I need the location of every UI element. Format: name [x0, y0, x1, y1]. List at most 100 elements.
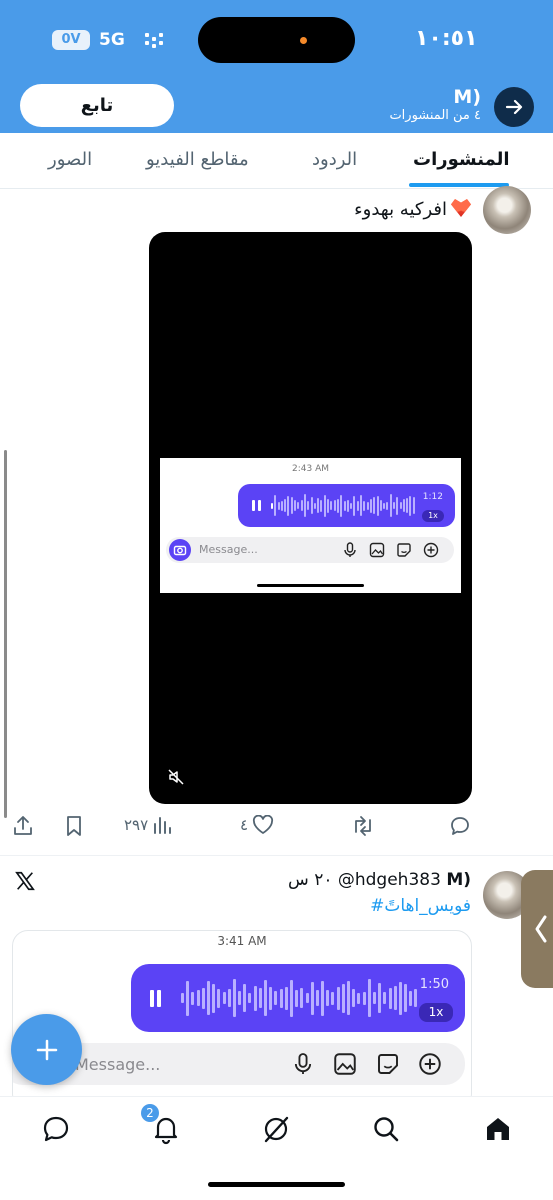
waveform-bar — [227, 989, 231, 1007]
microphone-icon — [344, 542, 356, 557]
camera-dot — [300, 37, 307, 44]
waveform-bar — [399, 502, 402, 509]
notification-badge: 2 — [141, 1104, 159, 1122]
waveform-bar — [383, 502, 386, 509]
waveform-bar — [321, 980, 325, 1016]
message-timestamp: 3:41 AM — [217, 934, 267, 948]
waveform-bar — [340, 494, 343, 517]
message-bar: Message... — [166, 537, 454, 563]
reply-button[interactable] — [449, 815, 471, 837]
repost-button[interactable] — [351, 815, 375, 837]
search-icon[interactable] — [370, 1113, 402, 1145]
waveform-bar — [323, 494, 326, 517]
author-handle[interactable]: @hdgeh383 — [338, 870, 441, 890]
tab-photos[interactable]: الصور — [48, 149, 92, 170]
waveform-bar — [181, 993, 184, 1003]
waveform-bar — [372, 992, 376, 1004]
home-icon[interactable] — [482, 1113, 514, 1145]
waveform-bar — [398, 981, 402, 1015]
scrollbar[interactable] — [4, 450, 7, 818]
waveform-bar — [352, 989, 356, 1007]
post-count: ٤ من المنشورات — [389, 108, 481, 123]
like-button[interactable]: ٤ — [240, 815, 274, 835]
bookmark-button[interactable] — [64, 815, 84, 837]
status-bar: 0V 5G ١٠:٥١ — [0, 0, 553, 80]
follow-button[interactable]: تابع — [20, 84, 174, 127]
pause-icon — [252, 500, 261, 511]
waveform-bar — [343, 500, 346, 511]
waveform-bar — [341, 983, 345, 1013]
muted-speaker-icon[interactable] — [167, 768, 185, 786]
waveform — [181, 976, 418, 1020]
back-button[interactable] — [494, 87, 534, 127]
waveform-bar — [388, 987, 392, 1009]
waveform-bar — [386, 501, 389, 510]
waveform-bar — [310, 497, 313, 514]
side-panel-handle[interactable] — [521, 870, 553, 988]
waveform-bar — [277, 501, 280, 510]
waveform-bar — [310, 981, 314, 1015]
voice-message-screenshot: 2:43 AM 1:12 1x Message... — [160, 458, 461, 593]
waveform-bar — [336, 986, 340, 1010]
waveform-bar — [303, 494, 306, 517]
waveform-bar — [258, 988, 262, 1008]
waveform-bar — [212, 983, 216, 1013]
post-author-line: ٢٠ س @hdgeh383 M) — [288, 870, 471, 890]
waveform-bar — [333, 500, 336, 511]
waveform-bar — [269, 986, 273, 1010]
waveform-bar — [392, 502, 395, 509]
battery-indicator: 0V — [52, 30, 90, 50]
waveform-bar — [353, 495, 356, 516]
video-player[interactable]: 2:43 AM 1:12 1x Message... — [149, 232, 472, 804]
author-name[interactable]: M) — [446, 870, 471, 890]
waveform-bar — [393, 986, 397, 1010]
voice-bubble: 1:12 1x — [238, 484, 455, 527]
hashtag-link[interactable]: #فويس_اهاتً — [370, 896, 471, 916]
post-media[interactable]: 3:41 AM 1:50 1x Message... — [12, 930, 472, 1110]
waveform-bar — [406, 498, 409, 513]
profile-header: 0V 5G ١٠:٥١ تابع M) ٤ من المنشورات — [0, 0, 553, 133]
waveform-bar — [347, 981, 350, 1015]
add-circle-icon — [419, 1053, 441, 1075]
waveform-bar — [402, 499, 405, 512]
share-button[interactable] — [12, 815, 34, 837]
signal-icon — [145, 33, 165, 49]
tab-posts[interactable]: المنشورات — [413, 149, 510, 170]
waveform-bar — [327, 498, 330, 513]
message-timestamp: 2:43 AM — [292, 464, 329, 474]
waveform-bar — [326, 990, 330, 1006]
waveform-bar — [376, 495, 379, 516]
tab-videos[interactable]: مقاطع الفيديو — [146, 149, 249, 170]
dynamic-island — [198, 17, 355, 63]
arrow-right-icon — [505, 99, 523, 115]
waveform — [271, 492, 415, 519]
waveform-bar — [232, 979, 236, 1017]
camera-icon — [169, 539, 191, 561]
message-placeholder: Message... — [75, 1055, 161, 1074]
waveform-bar — [271, 502, 273, 509]
views-button[interactable]: ٢٩٧ — [124, 815, 172, 835]
grok-icon[interactable] — [260, 1113, 292, 1145]
tab-replies[interactable]: الردود — [312, 149, 357, 170]
waveform-bar — [409, 495, 412, 516]
repost-icon — [355, 816, 371, 836]
chevron-left-icon — [535, 915, 547, 943]
waveform-bar — [206, 981, 210, 1015]
waveform-bar — [222, 992, 226, 1004]
add-circle-icon — [423, 542, 439, 558]
waveform-bar — [248, 993, 252, 1003]
waveform-bar — [414, 989, 418, 1007]
post-actions: ٤ ٢٩٧ — [0, 815, 553, 841]
analytics-icon — [154, 817, 172, 834]
waveform-bar — [363, 500, 366, 511]
post-divider — [0, 855, 553, 856]
active-tab-indicator — [409, 183, 509, 187]
waveform-bar — [307, 501, 310, 510]
waveform-bar — [274, 495, 277, 516]
waveform-bar — [300, 988, 304, 1008]
waveform-bar — [373, 497, 376, 514]
system-home-indicator — [208, 1182, 345, 1187]
avatar[interactable] — [483, 186, 531, 234]
messages-icon[interactable] — [40, 1113, 72, 1145]
compose-button[interactable] — [11, 1014, 82, 1085]
